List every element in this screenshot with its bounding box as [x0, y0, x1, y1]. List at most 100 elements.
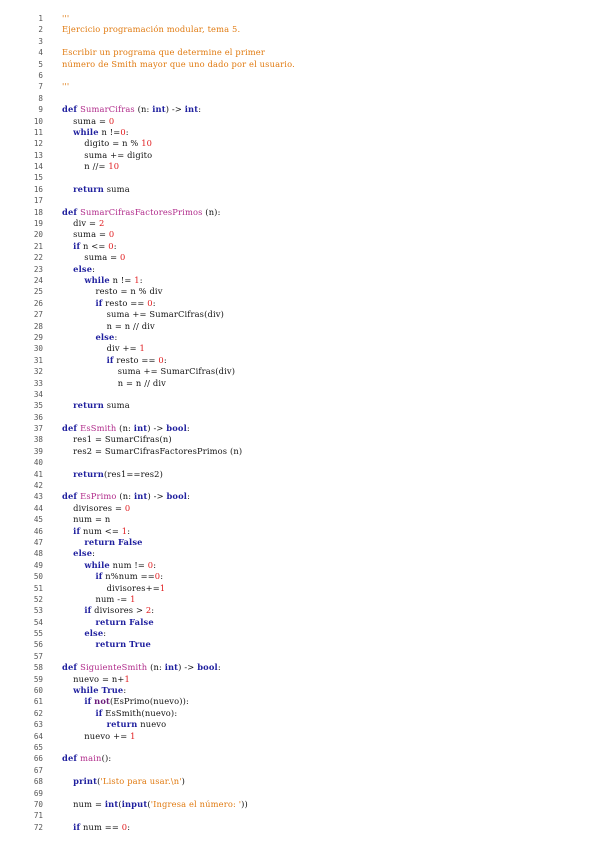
- code-line: 58 def SiguienteSmith (n: int) -> bool:: [0, 662, 599, 673]
- line-number: 16: [33, 184, 43, 194]
- line-number: 24: [33, 275, 43, 285]
- code-text: while n !=0:: [62, 127, 129, 138]
- code-line: 1 ''': [0, 13, 599, 24]
- code-token-kw: input: [121, 798, 148, 809]
- line-number: 6: [38, 70, 43, 80]
- code-token-tx: suma: [103, 183, 130, 194]
- code-line: 33 n = n // div: [0, 378, 599, 389]
- code-token-tx: ) ->: [147, 423, 167, 434]
- code-token-tx: [62, 617, 95, 627]
- code-line: 54 return False: [0, 617, 599, 628]
- code-text: num = n: [62, 514, 110, 525]
- code-token-tx: [62, 332, 95, 342]
- code-text: if divisores > 2:: [62, 605, 154, 616]
- code-token-tx: (n:: [116, 491, 134, 502]
- code-token-tx: :: [152, 297, 156, 308]
- code-line: 37 def EsSmith (n: int) -> bool:: [0, 423, 599, 434]
- code-text: digito = n % 10: [62, 138, 152, 149]
- code-token-tx: [62, 264, 73, 274]
- code-line: 21 if n <= 0:: [0, 241, 599, 252]
- code-text: if not(EsPrimo(nuevo)):: [62, 696, 189, 707]
- code-line: 26 if resto == 0:: [0, 298, 599, 309]
- code-token-kw: int: [164, 662, 179, 673]
- code-text: suma = 0: [62, 116, 114, 127]
- code-text: res2 = SumarCifrasFactoresPrimos (n): [62, 446, 242, 457]
- code-token-tx: suma += SumarCifras(div): [62, 366, 236, 377]
- line-number: 36: [33, 412, 43, 422]
- code-token-tx: num = n: [62, 514, 111, 525]
- line-number: 47: [33, 537, 43, 547]
- code-text: n = n // div: [62, 378, 166, 389]
- code-token-tx: divisores >: [91, 605, 146, 616]
- code-token-kw: True: [129, 639, 151, 650]
- line-number: 72: [33, 822, 43, 832]
- line-number: 40: [33, 458, 43, 468]
- code-token-kw: else: [84, 628, 104, 639]
- code-text: Ejercicio programación modular, tema 5.: [62, 24, 240, 35]
- code-token-tx: ():: [101, 753, 112, 764]
- code-line: 71: [0, 810, 599, 821]
- code-line: 36: [0, 412, 599, 423]
- code-text: if num <= 1:: [62, 526, 130, 537]
- code-token-kw: def: [62, 206, 81, 217]
- code-token-tx: suma =: [62, 229, 109, 240]
- code-token-tx: nuevo: [137, 719, 167, 730]
- code-line: 67: [0, 765, 599, 776]
- code-token-tx: [62, 639, 95, 649]
- code-token-tx: suma =: [62, 115, 109, 126]
- code-line: 13 suma += digito: [0, 150, 599, 161]
- line-number: 35: [33, 401, 43, 411]
- code-listing: 1 ''' 2 Ejercicio programación modular, tem…: [0, 13, 599, 833]
- code-text: def main():: [62, 753, 111, 764]
- code-line: 45 num = n: [0, 514, 599, 525]
- code-token-fn: SumarCifras: [80, 104, 135, 115]
- code-token-tx: n //=: [62, 161, 109, 172]
- code-token-kw: int: [104, 798, 119, 809]
- line-number: 51: [33, 583, 43, 593]
- code-token-tx: [62, 275, 84, 285]
- code-line: 48 else:: [0, 548, 599, 559]
- code-token-kw: while: [73, 685, 99, 696]
- code-token-tx: [62, 560, 84, 570]
- code-line: 46 if num <= 1:: [0, 526, 599, 537]
- code-line: 19 div = 2: [0, 218, 599, 229]
- code-token-tx: :: [92, 263, 96, 274]
- line-number: 12: [33, 139, 43, 149]
- code-token-fn: EsSmith: [80, 423, 117, 434]
- code-token-tx: n = n // div: [62, 377, 166, 388]
- code-token-tx: [62, 708, 95, 718]
- code-token-tx: EsSmith(nuevo):: [102, 707, 178, 718]
- code-token-tx: [62, 127, 73, 137]
- code-token-tx: :: [160, 571, 164, 582]
- code-token-tx: [62, 822, 73, 832]
- line-number: 25: [33, 287, 43, 297]
- code-line: 15: [0, 172, 599, 183]
- code-token-tx: :: [127, 821, 131, 832]
- code-text: else:: [62, 628, 106, 639]
- code-token-tx: ) ->: [165, 104, 185, 115]
- code-text: div += 1: [62, 343, 145, 354]
- code-line: 35 return suma: [0, 400, 599, 411]
- code-token-tx: :: [217, 662, 221, 673]
- line-number: 67: [33, 765, 43, 775]
- code-token-kw: else: [95, 331, 115, 342]
- code-text: resto = n % div: [62, 286, 163, 297]
- code-line: 57: [0, 651, 599, 662]
- code-token-str: Escribir un programa que determine el pr…: [62, 47, 265, 58]
- code-token-tx: (EsPrimo(nuevo)):: [110, 696, 189, 707]
- line-number: 14: [33, 162, 43, 172]
- code-token-tx: suma: [103, 400, 130, 411]
- code-token-kw: True: [101, 685, 124, 696]
- code-token-tx: [62, 400, 73, 410]
- code-token-tx: div =: [62, 218, 99, 229]
- code-token-tx: n !=: [109, 274, 135, 285]
- code-line: 29 else:: [0, 332, 599, 343]
- code-token-kw: int: [133, 491, 148, 502]
- line-number: 45: [33, 515, 43, 525]
- code-token-kw: print: [73, 776, 98, 787]
- code-token-num: 1: [159, 582, 166, 593]
- line-number: 32: [33, 367, 43, 377]
- code-token-tx: divisores =: [62, 502, 125, 513]
- code-token-str: ''': [62, 81, 70, 92]
- code-token-tx: suma =: [62, 252, 120, 263]
